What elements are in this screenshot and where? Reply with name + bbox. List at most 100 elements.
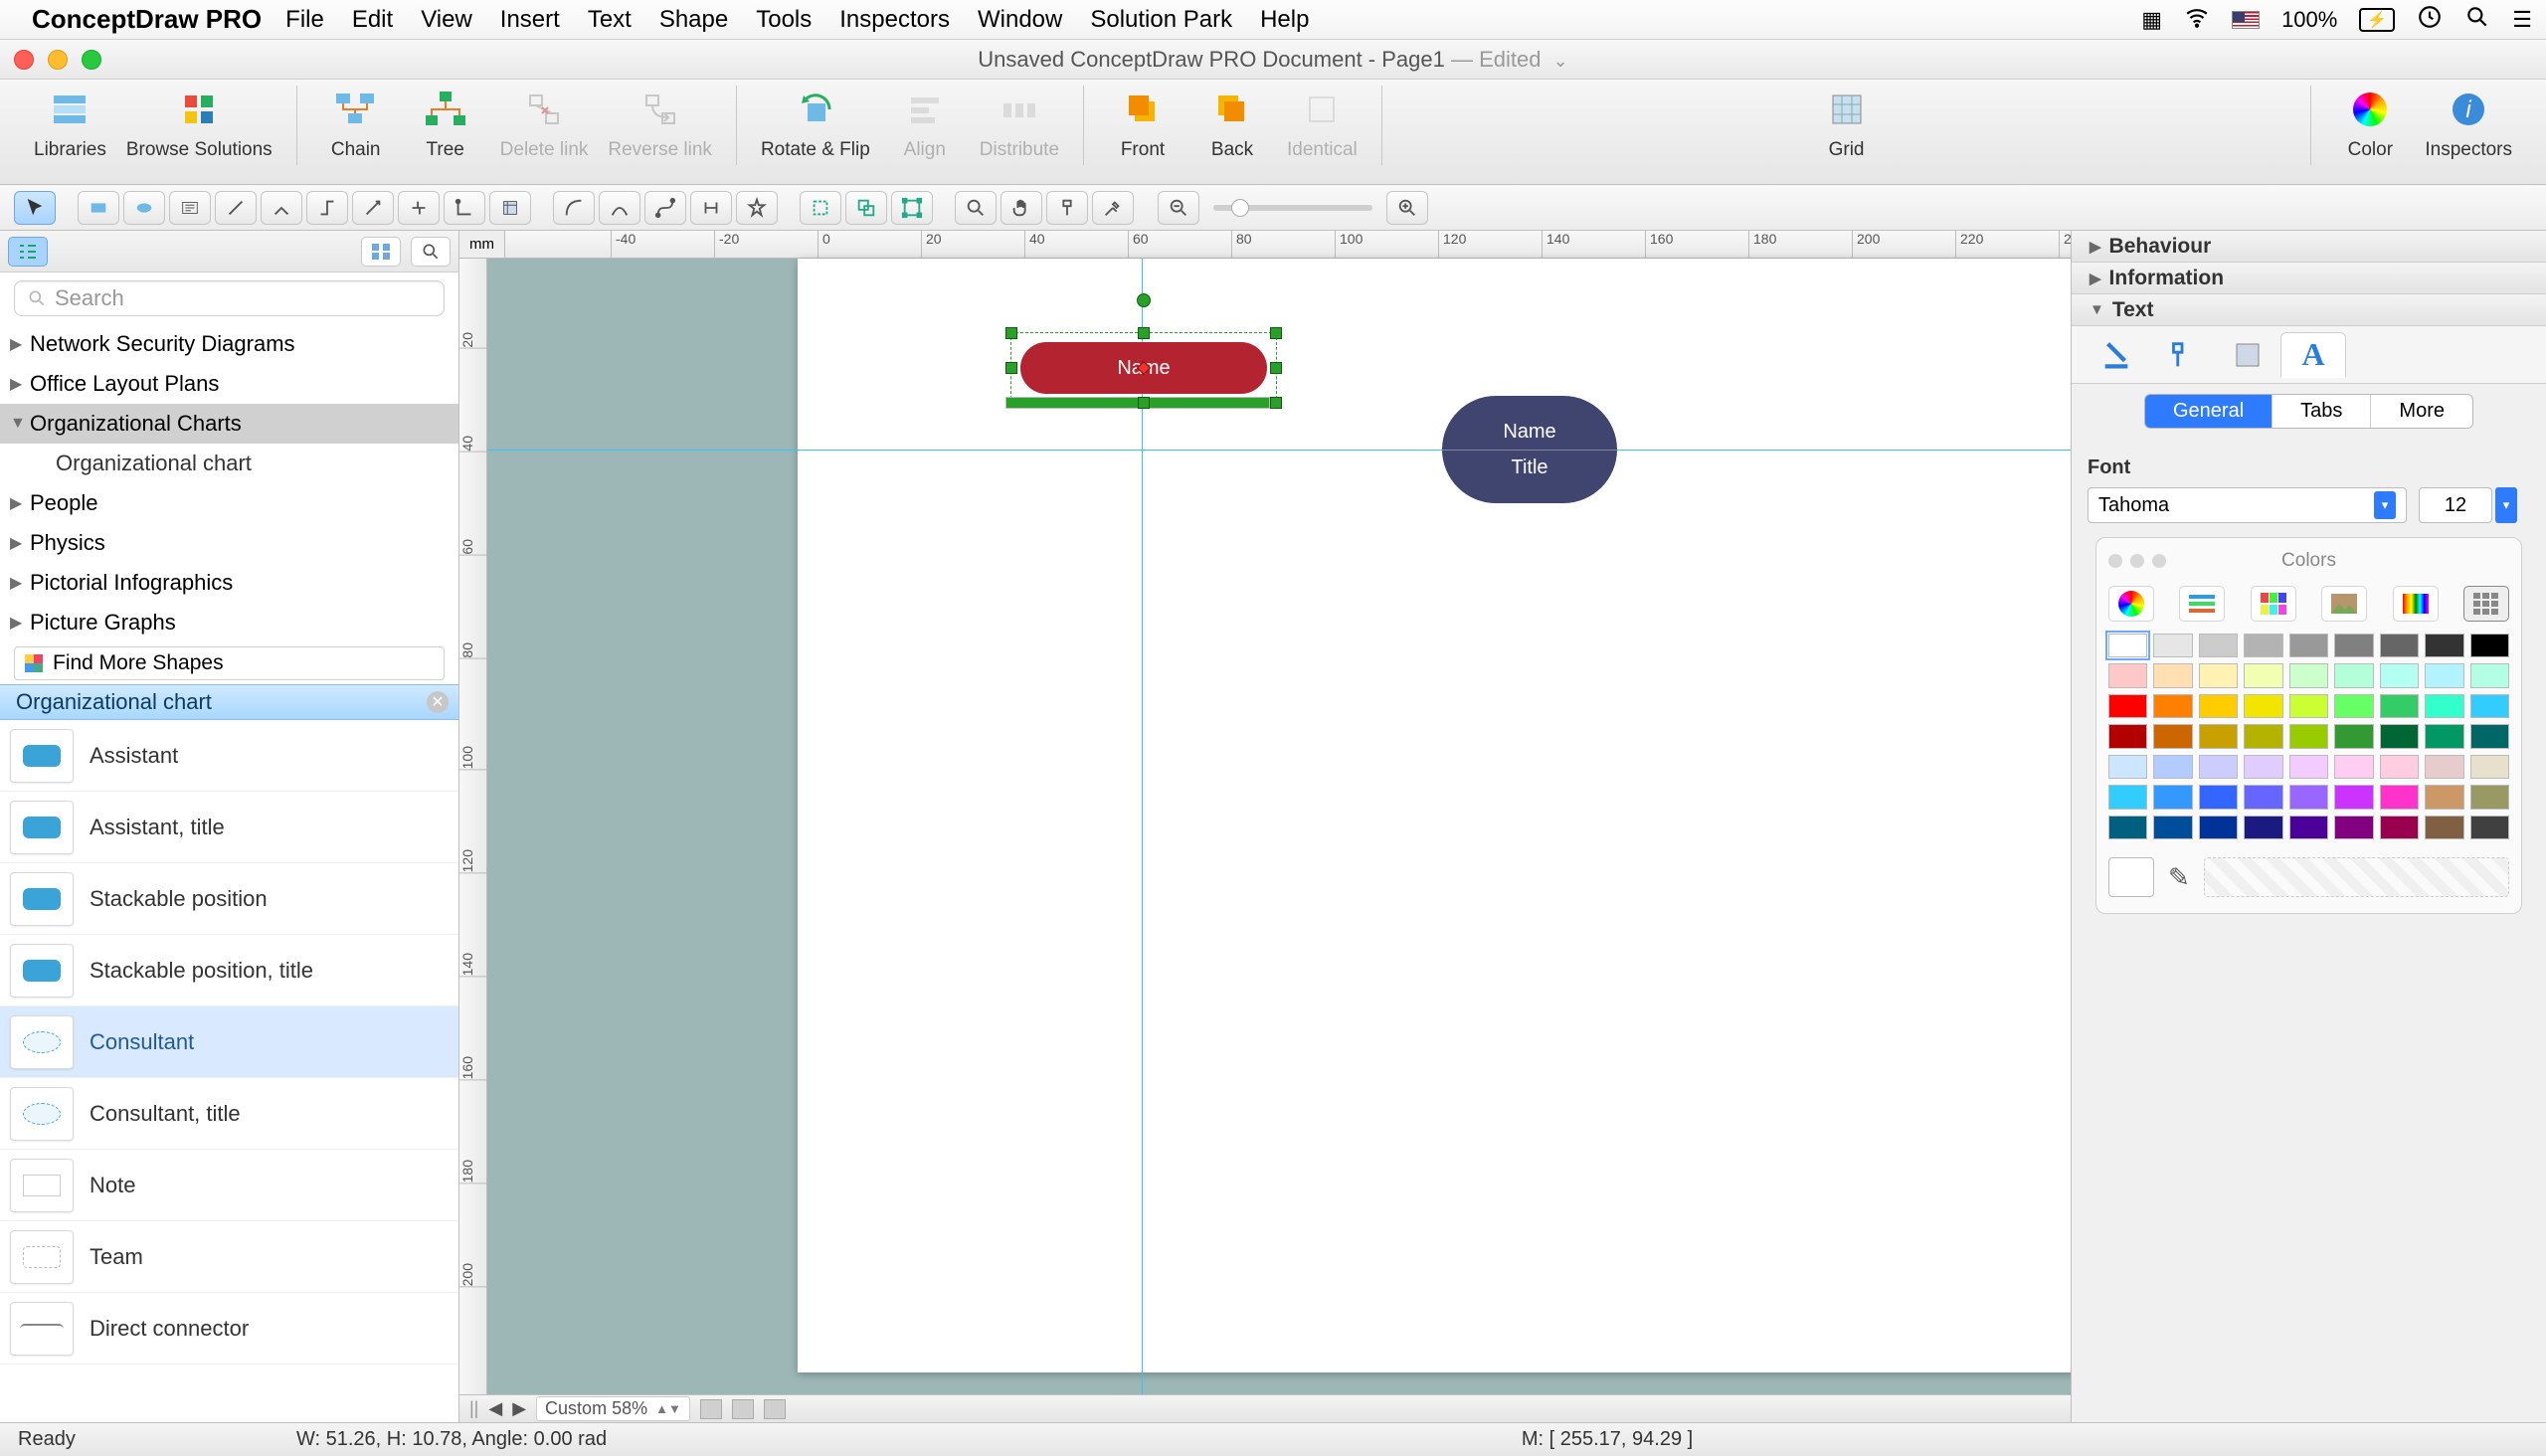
input-source-flag-icon[interactable] [2232, 11, 2260, 29]
lib-pictorial[interactable]: ▶Pictorial Infographics [0, 563, 458, 603]
rotate-handle[interactable] [1137, 293, 1151, 307]
connector-4[interactable] [398, 191, 440, 225]
color-swatch[interactable] [2289, 755, 2328, 779]
color-swatch[interactable] [2380, 755, 2419, 779]
front-button[interactable]: Front [1108, 86, 1178, 161]
color-mode-image[interactable] [2321, 586, 2367, 622]
color-swatch[interactable] [2108, 724, 2147, 748]
color-swatch[interactable] [2108, 785, 2147, 809]
app-name[interactable]: ConceptDraw PRO [32, 4, 262, 35]
color-swatch[interactable] [2244, 634, 2282, 657]
color-mode-palette[interactable] [2251, 586, 2296, 622]
back-button[interactable]: Back [1197, 86, 1267, 161]
window-zoom-button[interactable] [82, 50, 101, 70]
eyedropper-icon[interactable]: ✎ [2168, 862, 2190, 893]
stamp-tool[interactable] [489, 191, 531, 225]
star-tool[interactable] [736, 191, 778, 225]
color-swatch[interactable] [2199, 755, 2238, 779]
line-tool[interactable] [215, 191, 257, 225]
browse-solutions-button[interactable]: Browse Solutions [126, 86, 273, 161]
color-mode-spectrum[interactable] [2393, 586, 2439, 622]
rotate-flip-button[interactable]: Rotate & Flip [761, 86, 870, 161]
window-close-button[interactable] [14, 50, 34, 70]
color-swatch[interactable] [2380, 694, 2419, 718]
text-tab-underline[interactable] [2084, 332, 2149, 378]
color-swatch[interactable] [2425, 724, 2463, 748]
color-swatch[interactable] [2425, 755, 2463, 779]
color-swatch[interactable] [2470, 755, 2509, 779]
page-thumb[interactable] [732, 1399, 754, 1419]
pointer-tool[interactable] [14, 191, 56, 225]
color-swatch[interactable] [2470, 663, 2509, 687]
color-swatch[interactable] [2289, 816, 2328, 839]
color-swatch[interactable] [2334, 663, 2373, 687]
color-swatch[interactable] [2334, 634, 2373, 657]
color-swatch[interactable] [2153, 694, 2192, 718]
zoom-out-button[interactable] [1158, 191, 1199, 225]
menu-text[interactable]: Text [588, 6, 632, 34]
libraries-button[interactable]: Libraries [34, 86, 106, 161]
color-swatch[interactable] [2380, 663, 2419, 687]
page-thumb[interactable] [700, 1399, 722, 1419]
color-swatch[interactable] [2289, 634, 2328, 657]
connector-5[interactable] [444, 191, 485, 225]
color-swatch[interactable] [2108, 694, 2147, 718]
hand-tool[interactable] [1000, 191, 1042, 225]
color-swatch[interactable] [2289, 724, 2328, 748]
resize-handle[interactable] [1270, 397, 1282, 409]
canvas-area[interactable]: mm -40-200204060801001201401601802002202… [459, 231, 2071, 1422]
color-swatch[interactable] [2244, 785, 2282, 809]
text-subtabs[interactable]: General Tabs More [2144, 394, 2473, 429]
color-swatch[interactable] [2425, 694, 2463, 718]
menu-shape[interactable]: Shape [659, 6, 728, 34]
close-library-icon[interactable]: ✕ [427, 691, 449, 713]
canvas-shape-2[interactable]: Name Title [1442, 396, 1617, 503]
color-swatch[interactable] [2470, 816, 2509, 839]
resize-handle[interactable] [1005, 327, 1017, 339]
recent-colors[interactable] [2204, 857, 2509, 897]
menu-view[interactable]: View [421, 6, 472, 34]
lib-office-layout[interactable]: ▶Office Layout Plans [0, 364, 458, 404]
curve-tool-1[interactable] [553, 191, 595, 225]
shape-note[interactable]: Note [0, 1150, 458, 1221]
color-button[interactable]: Color [2335, 86, 2405, 161]
resize-handle[interactable] [1138, 327, 1150, 339]
lib-physics[interactable]: ▶Physics [0, 523, 458, 563]
guide-horizontal[interactable] [487, 450, 2071, 451]
eyedropper-tool[interactable] [1092, 191, 1134, 225]
menu-extras-icon[interactable]: ☰ [2512, 7, 2532, 33]
color-swatch[interactable] [2244, 663, 2282, 687]
zoom-knob[interactable] [1231, 199, 1249, 217]
color-swatch[interactable] [2153, 634, 2192, 657]
color-swatch[interactable] [2199, 694, 2238, 718]
bezier-tool[interactable] [644, 191, 686, 225]
lib-org-charts[interactable]: ▼Organizational Charts [0, 404, 458, 444]
color-swatch[interactable] [2244, 694, 2282, 718]
color-swatch[interactable] [2199, 785, 2238, 809]
color-swatch[interactable] [2153, 755, 2192, 779]
shape-stackable-title[interactable]: Stackable position, title [0, 935, 458, 1006]
color-mode-swatches[interactable] [2463, 586, 2509, 622]
sidebar-view-grid[interactable] [361, 237, 401, 267]
shape-stackable[interactable]: Stackable position [0, 863, 458, 935]
color-swatch[interactable] [2380, 785, 2419, 809]
color-swatch[interactable] [2380, 634, 2419, 657]
rect-tool[interactable] [78, 191, 119, 225]
color-swatch[interactable] [2199, 816, 2238, 839]
menu-insert[interactable]: Insert [500, 6, 560, 34]
ellipse-tool[interactable] [123, 191, 165, 225]
color-swatch[interactable] [2108, 816, 2147, 839]
color-swatch[interactable] [2334, 694, 2373, 718]
color-swatch[interactable] [2380, 724, 2419, 748]
connector-2[interactable] [306, 191, 348, 225]
color-swatch[interactable] [2153, 785, 2192, 809]
zoom-in-button[interactable] [1386, 191, 1428, 225]
menu-window[interactable]: Window [978, 6, 1062, 34]
color-swatch[interactable] [2470, 724, 2509, 748]
shape-direct-connector[interactable]: Direct connector [0, 1293, 458, 1365]
sidebar-search-btn[interactable] [411, 237, 451, 267]
zoom-combo[interactable]: Custom 58%▲▼ [536, 1396, 690, 1421]
color-swatch[interactable] [2244, 755, 2282, 779]
resize-handle[interactable] [1270, 327, 1282, 339]
resize-handle[interactable] [1270, 362, 1282, 374]
